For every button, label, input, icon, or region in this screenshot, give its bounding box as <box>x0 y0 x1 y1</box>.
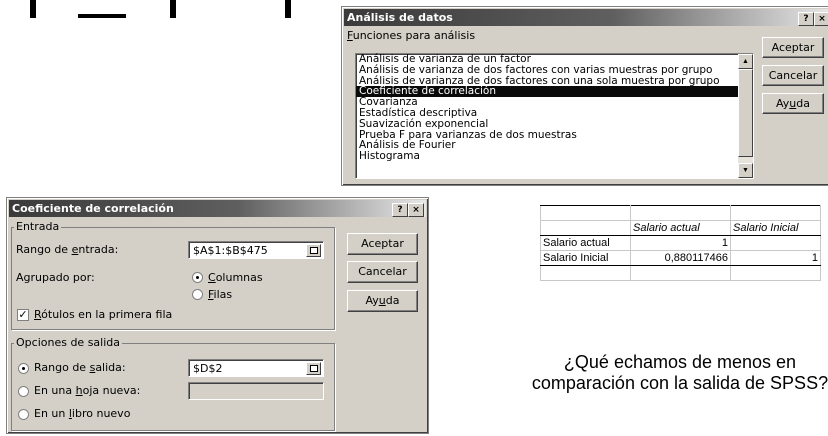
functions-list[interactable]: Análisis de varianza de un factor Anális… <box>355 53 754 179</box>
functions-label-text: unciones para análisis <box>352 29 476 42</box>
new-book-label: En un libro nuevo <box>34 407 131 420</box>
question-text: ¿Qué echamos de menos en comparación con… <box>531 352 828 393</box>
functions-label: Funciones para análisis <box>347 29 476 42</box>
new-sheet-label: En una hoja nueva: <box>34 384 141 397</box>
scroll-thumb[interactable] <box>738 69 753 157</box>
functions-items: Análisis de varianza de un factor Anális… <box>356 54 753 162</box>
table-row: Salario actual 1 <box>540 235 821 251</box>
table-header-row: Salario actual Salario Inicial <box>540 220 821 236</box>
correlation-dialog-title: Coeficiente de correlación <box>12 202 174 215</box>
table-cell <box>630 205 731 221</box>
rows-radio[interactable] <box>192 289 203 300</box>
rows-label: Filas <box>208 288 233 301</box>
labels-first-row-label: Rótulos en la primera fila <box>34 308 173 321</box>
analysis-dialog-title: Análisis de datos <box>347 11 453 24</box>
output-range-label: Rango de salida: <box>34 361 126 374</box>
cropped-heading <box>0 0 300 18</box>
table-header <box>540 220 631 236</box>
table-cell <box>540 265 631 281</box>
new-book-radio[interactable] <box>18 409 29 420</box>
help-title-button[interactable]: ? <box>798 12 814 26</box>
help-title-button[interactable]: ? <box>392 203 408 217</box>
table-header: Salario Inicial <box>730 220 821 236</box>
close-title-button[interactable]: × <box>814 12 828 26</box>
columns-label: Columnas <box>208 271 263 284</box>
output-range-value: $D$2 <box>193 362 223 375</box>
table-cell <box>630 265 731 281</box>
table-cell <box>540 205 631 221</box>
correlation-dialog: Coeficiente de correlación ? × Entrada R… <box>6 197 429 434</box>
correlation-ok-button[interactable]: Aceptar <box>347 233 418 255</box>
table-header: Salario actual <box>630 220 731 236</box>
table-cell: 1 <box>630 235 731 251</box>
range-picker-icon[interactable] <box>306 244 321 257</box>
input-range-value: $A$1:$B$475 <box>193 244 268 257</box>
correlation-help-button[interactable]: Ayuda <box>347 290 418 312</box>
list-item[interactable]: Análisis de varianza de dos factores con… <box>356 64 753 76</box>
list-item[interactable]: Suavización exponencial <box>356 118 753 130</box>
output-range-radio[interactable] <box>18 363 29 374</box>
table-cell <box>730 235 821 251</box>
analysis-cancel-button[interactable]: Cancelar <box>762 65 824 86</box>
table-cell <box>730 265 821 281</box>
input-group-title: Entrada <box>14 220 62 233</box>
range-picker-icon[interactable] <box>306 362 321 375</box>
labels-checkbox[interactable]: ✓ <box>17 309 29 321</box>
correlation-cancel-button[interactable]: Cancelar <box>347 261 418 283</box>
correlation-result-table: Salario actual Salario Inicial Salario a… <box>540 205 821 281</box>
table-cell: 0,880117466 <box>630 250 731 266</box>
scroll-up-icon[interactable]: ▲ <box>738 54 753 69</box>
new-sheet-radio[interactable] <box>18 386 29 397</box>
input-range-label: Rango de entrada: <box>16 243 119 256</box>
list-item[interactable]: Histograma <box>356 151 753 162</box>
table-row <box>540 205 821 221</box>
analysis-ok-button[interactable]: Aceptar <box>762 37 824 58</box>
output-range-field[interactable]: $D$2 <box>188 359 324 377</box>
analysis-dialog-title-bar: Análisis de datos ? × <box>344 9 828 26</box>
input-range-field[interactable]: $A$1:$B$475 <box>188 241 324 259</box>
table-cell: Salario actual <box>540 235 631 251</box>
table-cell <box>730 205 821 221</box>
output-group-title: Opciones de salida <box>14 336 122 349</box>
correlation-dialog-title-bar: Coeficiente de correlación ? × <box>9 200 426 217</box>
close-title-button[interactable]: × <box>408 203 424 217</box>
columns-radio[interactable] <box>192 272 203 283</box>
analysis-help-button[interactable]: Ayuda <box>762 93 824 114</box>
new-sheet-field[interactable] <box>188 382 324 400</box>
scroll-down-icon[interactable]: ▼ <box>738 163 753 178</box>
table-cell: Salario Inicial <box>540 250 631 266</box>
table-cell: 1 <box>730 250 821 266</box>
table-row <box>540 265 821 281</box>
grouped-by-label: Agrupado por: <box>16 271 95 284</box>
output-group: Opciones de salida Rango de salida: $D$2… <box>11 336 335 431</box>
input-group: Entrada Rango de entrada: $A$1:$B$475 Ag… <box>11 220 335 330</box>
analysis-dialog: Análisis de datos ? × Funciones para aná… <box>341 6 828 186</box>
table-row: Salario Inicial 0,880117466 1 <box>540 250 821 266</box>
functions-scrollbar[interactable]: ▲ ▼ <box>738 54 753 178</box>
